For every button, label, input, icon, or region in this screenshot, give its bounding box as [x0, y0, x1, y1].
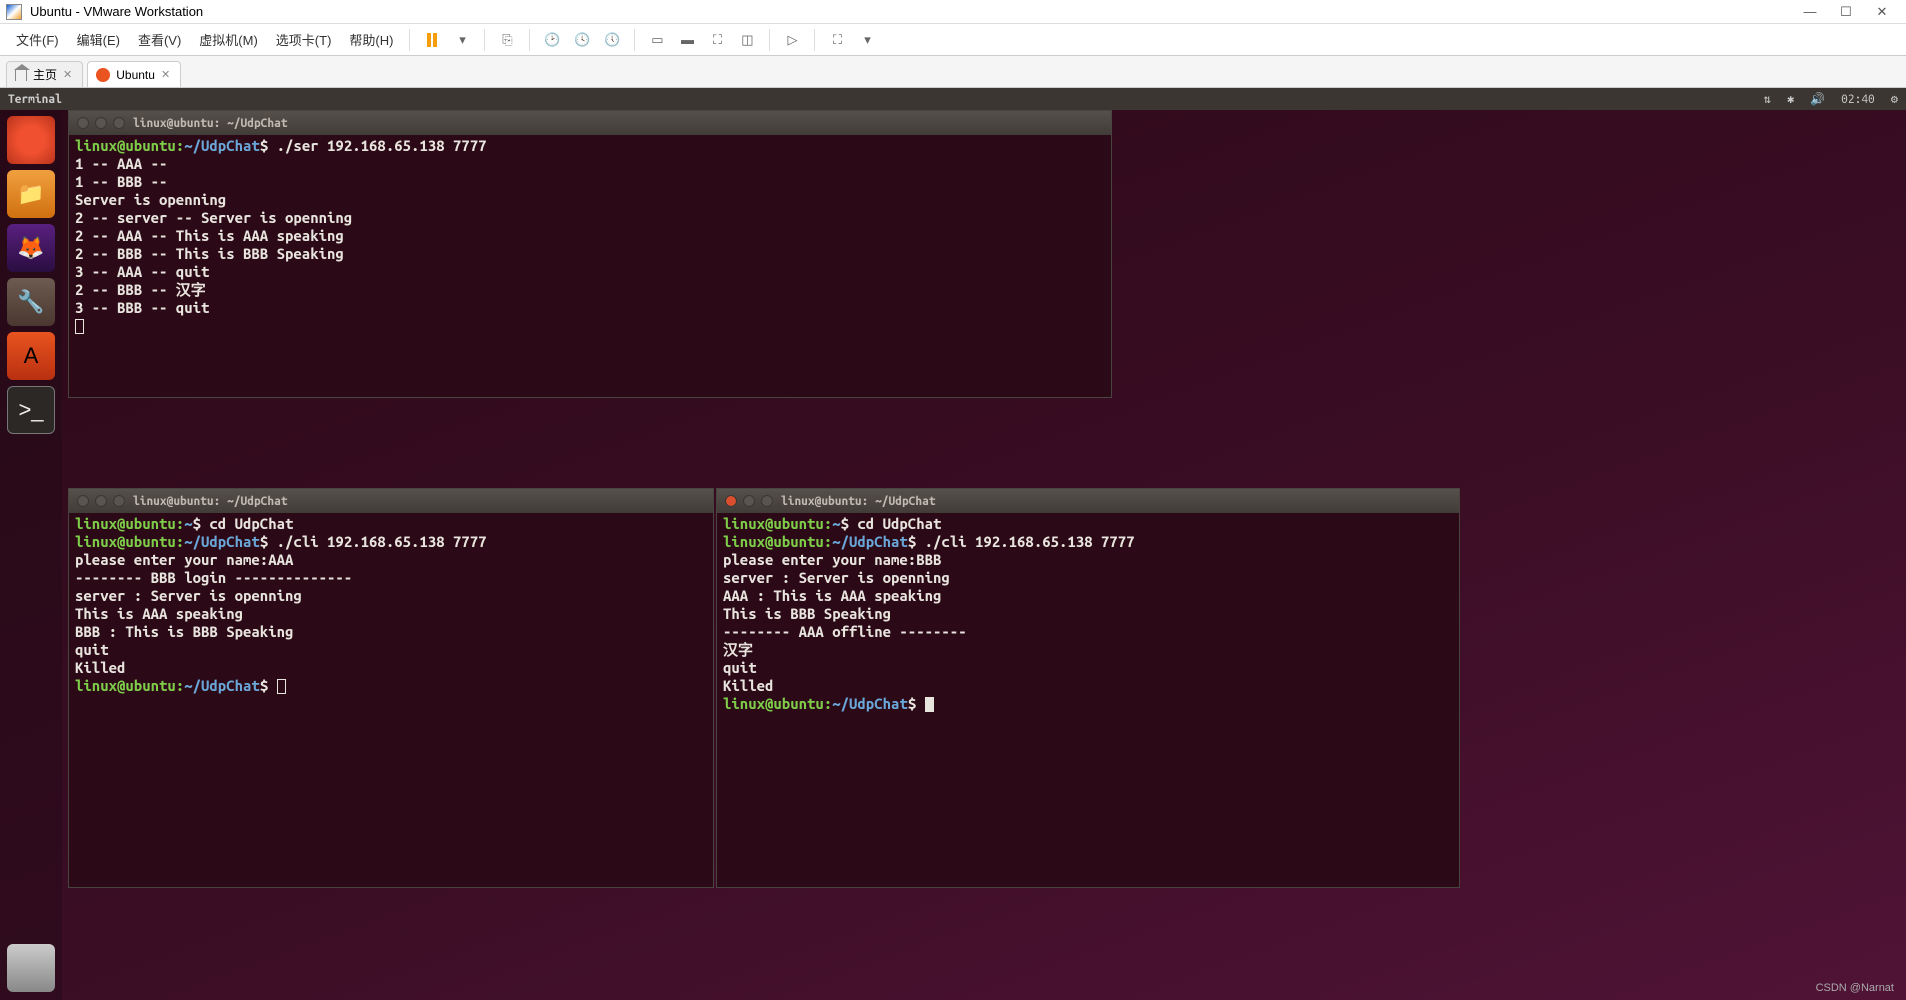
- terminal-window-client-aaa[interactable]: linux@ubuntu: ~/UdpChat linux@ubuntu:~$ …: [68, 488, 714, 888]
- dash-icon[interactable]: [7, 116, 55, 164]
- revert-button[interactable]: 🕔: [598, 26, 626, 54]
- unity-launcher: 📁 🦊 🔧 A >_: [0, 110, 62, 1000]
- snapshot-manager-button[interactable]: 🕓: [568, 26, 596, 54]
- maximize-button[interactable]: ☐: [1828, 2, 1864, 22]
- window-title: Ubuntu - VMware Workstation: [30, 4, 203, 19]
- network-icon[interactable]: ⇅: [1764, 92, 1771, 106]
- terminal-icon[interactable]: >_: [7, 386, 55, 434]
- terminal-titlebar[interactable]: linux@ubuntu: ~/UdpChat: [69, 111, 1111, 135]
- vm-display[interactable]: Terminal ⇅ ✱ 🔊 02:40 ⚙ 📁 🦊 🔧 A >_ linux@…: [0, 88, 1906, 1000]
- menu-tabs[interactable]: 选项卡(T): [268, 26, 340, 53]
- tab-ubuntu[interactable]: Ubuntu ✕: [87, 61, 181, 87]
- view-unity-button[interactable]: ◫: [733, 26, 761, 54]
- vmware-icon: [6, 4, 22, 20]
- tab-strip: 主页 ✕ Ubuntu ✕: [0, 56, 1906, 88]
- menu-help[interactable]: 帮助(H): [341, 26, 401, 53]
- enter-vm-button[interactable]: ▷: [778, 26, 806, 54]
- terminal-output[interactable]: linux@ubuntu:~$ cd UdpChat linux@ubuntu:…: [717, 513, 1459, 887]
- ubuntu-app-title: Terminal: [8, 93, 62, 106]
- terminal-output[interactable]: linux@ubuntu:~$ cd UdpChat linux@ubuntu:…: [69, 513, 713, 887]
- view-stretch-guest-button[interactable]: ⛶: [703, 26, 731, 54]
- terminal-title: linux@ubuntu: ~/UdpChat: [133, 495, 288, 508]
- system-settings-icon[interactable]: 🔧: [7, 278, 55, 326]
- tab-home-label: 主页: [33, 66, 57, 83]
- fullscreen-button[interactable]: ⛶: [823, 26, 851, 54]
- ubuntu-icon: [96, 68, 110, 82]
- terminal-titlebar[interactable]: linux@ubuntu: ~/UdpChat: [69, 489, 713, 513]
- snapshot-button[interactable]: 🕑: [538, 26, 566, 54]
- tab-home[interactable]: 主页 ✕: [6, 61, 83, 87]
- term-max-button[interactable]: [113, 495, 125, 507]
- home-icon: [15, 69, 27, 81]
- term-close-button[interactable]: [725, 495, 737, 507]
- term-min-button[interactable]: [95, 495, 107, 507]
- host-titlebar: Ubuntu - VMware Workstation — ☐ ✕: [0, 0, 1906, 24]
- tab-ubuntu-label: Ubuntu: [116, 68, 155, 82]
- clock[interactable]: 02:40: [1841, 93, 1875, 106]
- watermark: CSDN @Narnat: [1816, 982, 1894, 994]
- software-icon[interactable]: A: [7, 332, 55, 380]
- menubar: 文件(F) 编辑(E) 查看(V) 虚拟机(M) 选项卡(T) 帮助(H) ▾ …: [0, 24, 1906, 56]
- terminal-title: linux@ubuntu: ~/UdpChat: [133, 117, 288, 130]
- pause-button[interactable]: [418, 26, 446, 54]
- bluetooth-icon[interactable]: ✱: [1787, 92, 1794, 106]
- term-min-button[interactable]: [743, 495, 755, 507]
- power-dropdown[interactable]: ▾: [448, 26, 476, 54]
- terminal-output[interactable]: linux@ubuntu:~/UdpChat$ ./ser 192.168.65…: [69, 135, 1111, 397]
- close-icon[interactable]: ✕: [63, 68, 72, 81]
- trash-icon[interactable]: [7, 944, 55, 992]
- menu-file[interactable]: 文件(F): [8, 26, 67, 53]
- term-close-button[interactable]: [77, 495, 89, 507]
- terminal-titlebar[interactable]: linux@ubuntu: ~/UdpChat: [717, 489, 1459, 513]
- terminal-window-client-bbb[interactable]: linux@ubuntu: ~/UdpChat linux@ubuntu:~$ …: [716, 488, 1460, 888]
- files-icon[interactable]: 📁: [7, 170, 55, 218]
- sound-icon[interactable]: 🔊: [1810, 92, 1825, 106]
- ubuntu-topbar: Terminal ⇅ ✱ 🔊 02:40 ⚙: [0, 88, 1906, 110]
- view-console-button[interactable]: ▬: [673, 26, 701, 54]
- terminal-title: linux@ubuntu: ~/UdpChat: [781, 495, 936, 508]
- send-ctrl-alt-del-button[interactable]: ⎘: [493, 26, 521, 54]
- term-min-button[interactable]: [95, 117, 107, 129]
- settings-gear-icon[interactable]: ⚙: [1891, 92, 1898, 106]
- terminal-window-server[interactable]: linux@ubuntu: ~/UdpChat linux@ubuntu:~/U…: [68, 110, 1112, 398]
- close-icon[interactable]: ✕: [161, 68, 170, 81]
- term-max-button[interactable]: [113, 117, 125, 129]
- menu-view[interactable]: 查看(V): [130, 26, 189, 53]
- menu-vm[interactable]: 虚拟机(M): [191, 26, 266, 53]
- term-close-button[interactable]: [77, 117, 89, 129]
- close-button[interactable]: ✕: [1864, 2, 1900, 22]
- fullscreen-dropdown[interactable]: ▾: [853, 26, 881, 54]
- term-max-button[interactable]: [761, 495, 773, 507]
- minimize-button[interactable]: —: [1792, 2, 1828, 22]
- menu-edit[interactable]: 编辑(E): [69, 26, 128, 53]
- firefox-icon[interactable]: 🦊: [7, 224, 55, 272]
- view-single-button[interactable]: ▭: [643, 26, 671, 54]
